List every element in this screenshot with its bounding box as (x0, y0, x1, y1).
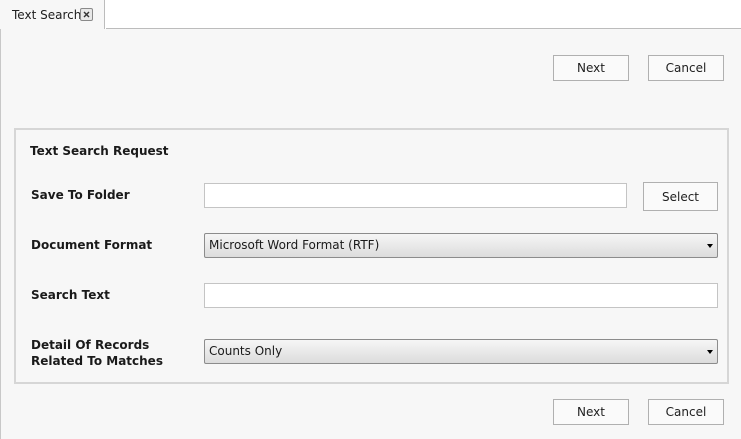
detail-of-records-select[interactable]: Counts Only (204, 339, 718, 364)
detail-of-records-label: Detail Of Records Related To Matches (31, 338, 163, 368)
next-button-bottom[interactable]: Next (553, 399, 629, 425)
document-format-select[interactable]: Microsoft Word Format (RTF) (204, 233, 718, 258)
cancel-button-top[interactable]: Cancel (648, 55, 724, 81)
document-format-label: Document Format (31, 238, 153, 252)
tab-content: Next Cancel Text Search Request Save To … (0, 29, 741, 439)
save-to-folder-label: Save To Folder (31, 188, 130, 202)
tab-text-search[interactable]: Text Search (0, 0, 105, 29)
document-format-value: Microsoft Word Format (RTF) (209, 238, 380, 252)
close-icon (83, 11, 90, 18)
cancel-button-bottom[interactable]: Cancel (648, 399, 724, 425)
select-folder-button[interactable]: Select (643, 182, 718, 211)
tab-label: Text Search (12, 8, 82, 22)
dropdown-arrow-icon (707, 244, 713, 248)
text-search-request-panel: Text Search Request Save To Folder Selec… (14, 128, 729, 384)
search-text-label: Search Text (31, 288, 110, 302)
save-to-folder-input[interactable] (204, 183, 627, 208)
next-button-top[interactable]: Next (553, 55, 629, 81)
dropdown-arrow-icon (707, 350, 713, 354)
detail-of-records-value: Counts Only (209, 344, 283, 358)
search-text-input[interactable] (204, 283, 718, 308)
tab-strip: Text Search (0, 0, 741, 29)
close-tab-button[interactable] (80, 8, 93, 21)
section-title: Text Search Request (30, 144, 169, 158)
